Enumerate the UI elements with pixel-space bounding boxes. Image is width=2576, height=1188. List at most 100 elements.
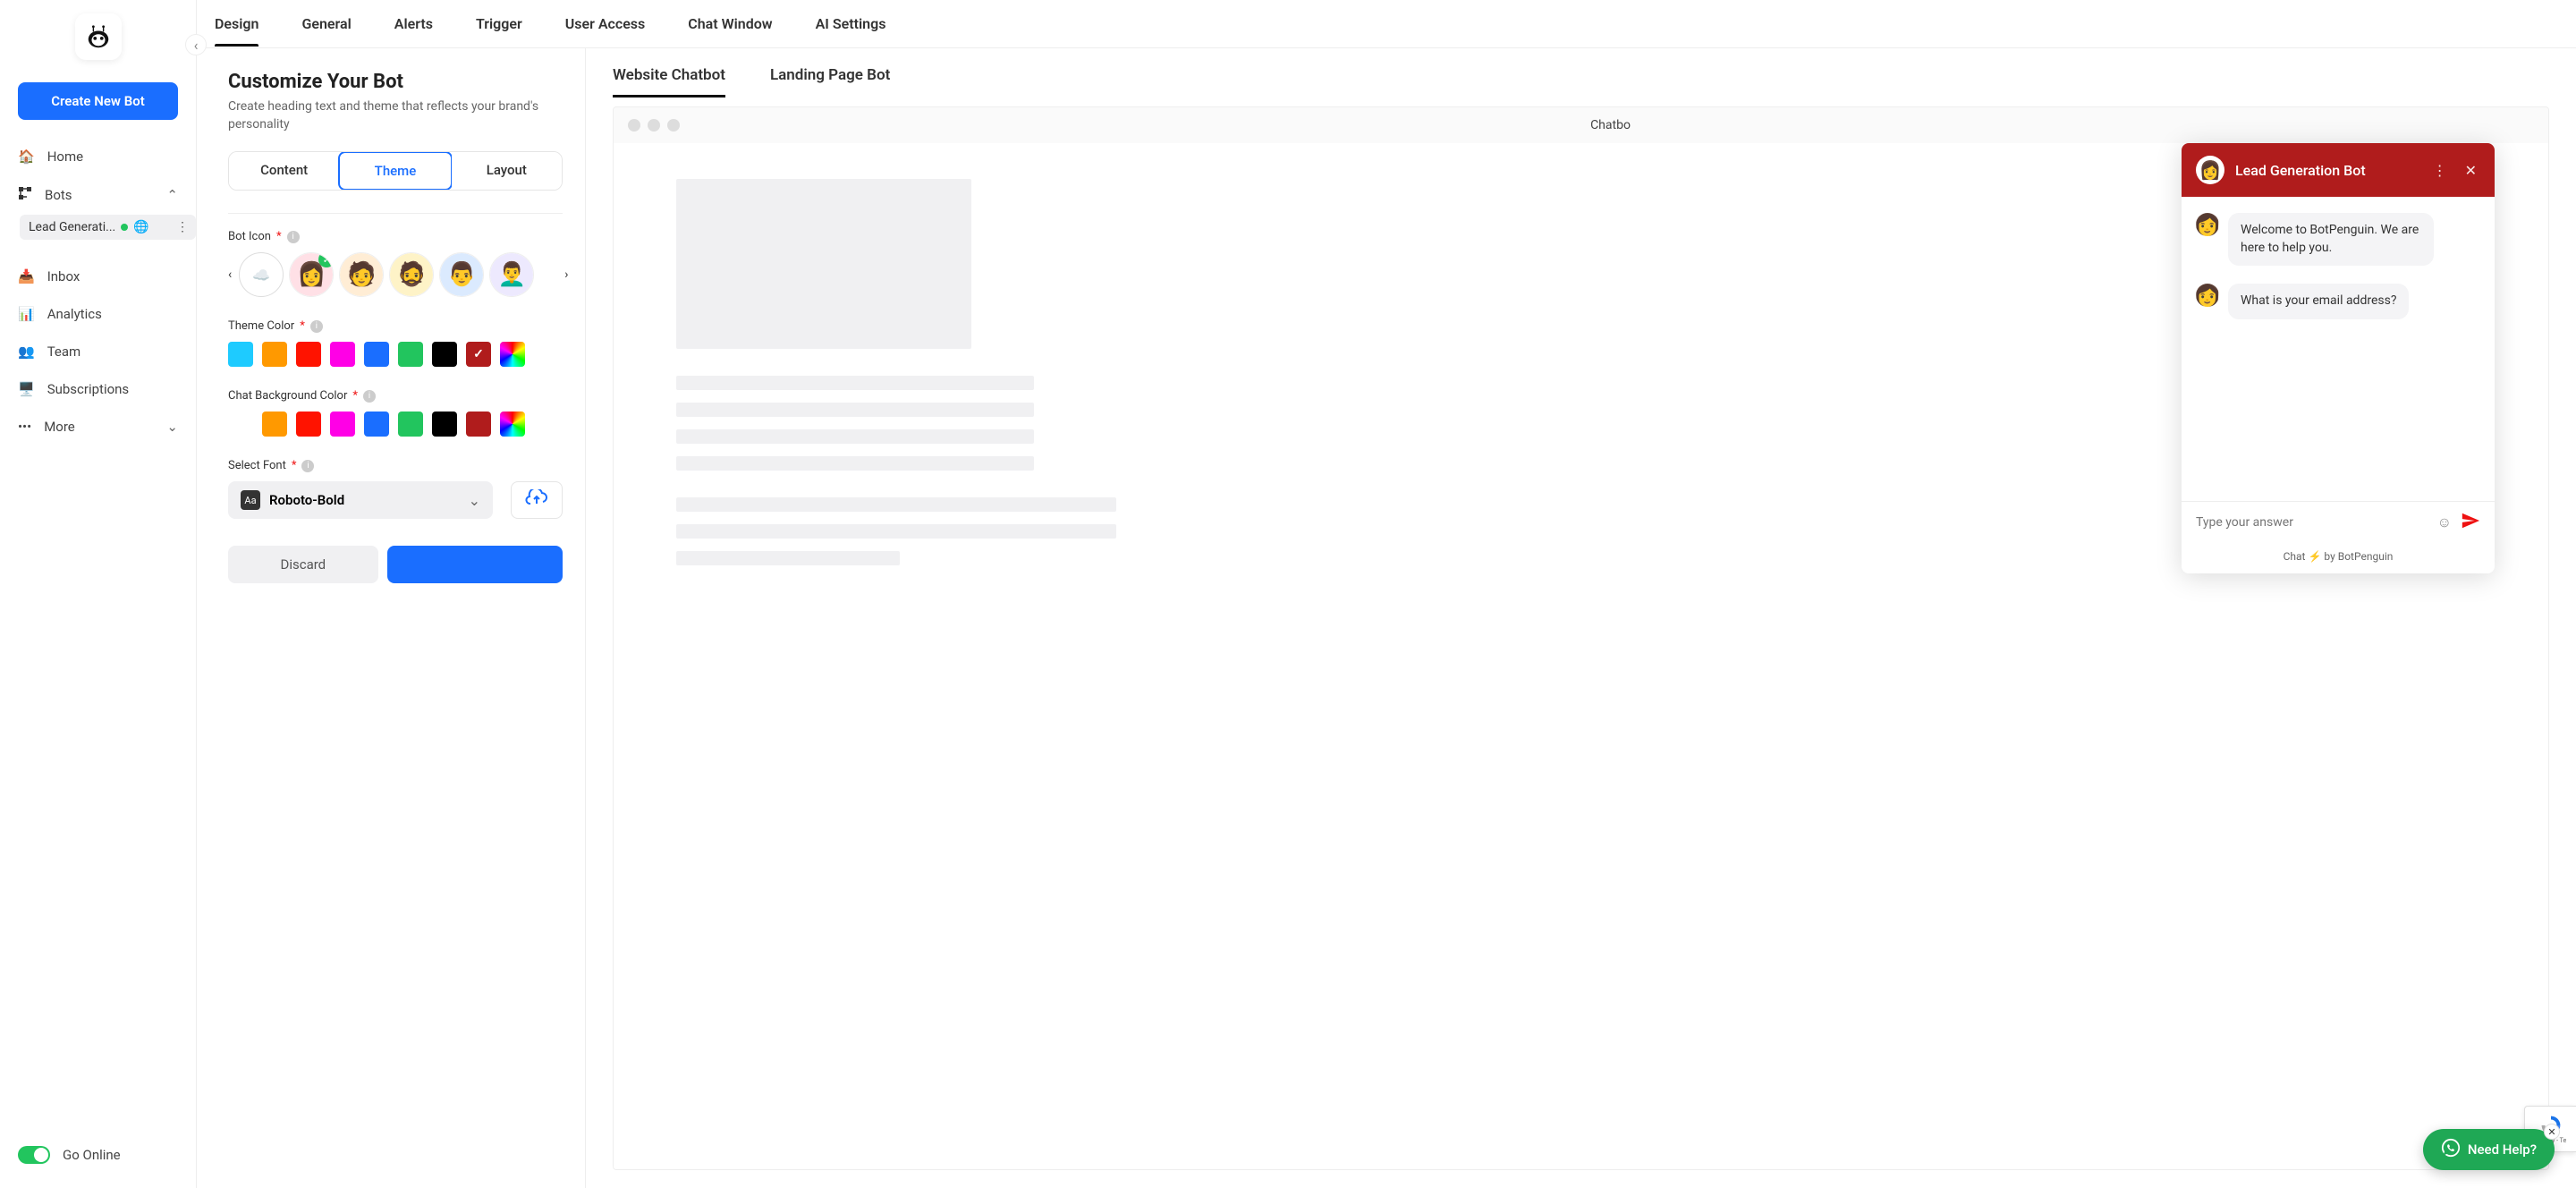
bg-color-swatch[interactable] [262, 412, 287, 437]
theme-color-swatch[interactable] [398, 342, 423, 367]
globe-icon: 🌐 [133, 220, 148, 234]
botpenguin-logo-icon [85, 23, 112, 50]
more-icon: ••• [18, 419, 31, 435]
preview-tab-landing[interactable]: Landing Page Bot [770, 66, 890, 98]
help-button-label: Need Help? [2468, 1141, 2537, 1158]
carousel-prev-button[interactable]: ‹ [228, 257, 232, 293]
tab-alerts[interactable]: Alerts [394, 2, 433, 46]
preview-tab-website[interactable]: Website Chatbot [613, 66, 725, 98]
emoji-icon[interactable]: ☺ [2437, 513, 2452, 531]
segment-control: Content Theme Layout [228, 151, 563, 191]
nav-subscriptions[interactable]: 🖥️ Subscriptions [0, 370, 196, 408]
bot-icon-upload[interactable]: ☁️ [239, 252, 284, 297]
need-help-button[interactable]: Need Help? ✕ [2423, 1129, 2555, 1170]
bg-color-swatch[interactable] [296, 412, 321, 437]
bot-icon-option-4[interactable]: 👨 [439, 252, 484, 297]
chat-input[interactable] [2196, 515, 2428, 530]
panel-title: Customize Your Bot [228, 71, 563, 93]
font-label: Select Font * i [228, 459, 563, 472]
chat-input-row: ☺ [2182, 501, 2495, 543]
segment-content[interactable]: Content [229, 152, 339, 190]
bot-icon-option-1[interactable]: 👩 [289, 252, 334, 297]
nav-more[interactable]: ••• More ⌄ [0, 408, 196, 446]
home-icon: 🏠 [18, 148, 35, 165]
bot-icon-carousel: ‹ ☁️ 👩 🧑 🧔 👨 👨‍🦱 › [228, 252, 563, 297]
nav-inbox-label: Inbox [47, 268, 80, 284]
nav-home[interactable]: 🏠 Home [0, 138, 196, 175]
bg-color-swatch[interactable] [432, 412, 457, 437]
tab-design[interactable]: Design [215, 2, 258, 46]
bg-color-swatch[interactable] [466, 412, 491, 437]
sidebar-collapse-button[interactable]: ‹ [185, 34, 207, 55]
tab-general[interactable]: General [301, 2, 351, 46]
theme-color-custom[interactable] [500, 342, 525, 367]
nav-analytics[interactable]: 📊 Analytics [0, 295, 196, 333]
chat-body: 👩 Welcome to BotPenguin. We are here to … [2182, 197, 2495, 501]
theme-color-swatch[interactable] [262, 342, 287, 367]
send-icon[interactable] [2461, 511, 2480, 534]
browser-bar: Chatbo [614, 107, 2548, 143]
bot-item-label: Lead Generati... [29, 220, 115, 234]
bot-icon-option-5[interactable]: 👨‍🦱 [489, 252, 534, 297]
chat-footer: Chat ⚡ by BotPenguin [2182, 543, 2495, 573]
tab-chat-window[interactable]: Chat Window [688, 2, 772, 46]
help-close-icon[interactable]: ✕ [2544, 1124, 2560, 1140]
bot-icon-option-6[interactable] [539, 252, 557, 297]
kebab-menu-icon[interactable]: ⋮ [176, 220, 189, 234]
theme-color-label: Theme Color * i [228, 319, 563, 333]
theme-color-swatch-selected[interactable] [466, 342, 491, 367]
segment-theme[interactable]: Theme [338, 151, 452, 191]
whatsapp-icon [2441, 1138, 2461, 1161]
nav-more-label: More [44, 419, 75, 435]
chat-widget: 👩 Lead Generation Bot ⋮ ✕ 👩 Welcome to B… [2182, 143, 2495, 573]
info-icon[interactable]: i [363, 390, 376, 403]
sidebar-bot-item[interactable]: Lead Generati... 🌐 ⋮ [20, 215, 196, 240]
carousel-next-button[interactable]: › [564, 257, 568, 293]
chat-title: Lead Generation Bot [2235, 162, 2419, 179]
bg-color-label: Chat Background Color * i [228, 389, 563, 403]
inbox-icon: 📥 [18, 268, 35, 284]
preview-panel: Website Chatbot Landing Page Bot Chatbo [586, 48, 2576, 1188]
save-changes-button[interactable] [387, 546, 563, 583]
create-new-bot-button[interactable]: Create New Bot [18, 82, 178, 120]
nav-bots[interactable]: Bots ⌃ [0, 175, 196, 215]
info-icon[interactable]: i [287, 231, 300, 243]
segment-layout[interactable]: Layout [452, 152, 562, 190]
theme-color-swatch[interactable] [364, 342, 389, 367]
bg-color-swatch[interactable] [398, 412, 423, 437]
font-select[interactable]: Aa Roboto-Bold ⌄ [228, 481, 493, 519]
top-tabs: Design General Alerts Trigger User Acces… [197, 0, 2576, 48]
logo[interactable] [75, 13, 122, 60]
chat-header: 👩 Lead Generation Bot ⋮ ✕ [2182, 143, 2495, 197]
upload-font-button[interactable] [511, 481, 563, 519]
nav-team-label: Team [47, 344, 81, 360]
bg-color-swatch[interactable] [364, 412, 389, 437]
info-icon[interactable]: i [301, 460, 314, 472]
chat-message: 👩 What is your email address? [2196, 284, 2480, 319]
nav-team[interactable]: 👥 Team [0, 333, 196, 370]
status-dot-icon [121, 224, 128, 231]
theme-color-swatch[interactable] [228, 342, 253, 367]
bot-icon-option-3[interactable]: 🧔 [389, 252, 434, 297]
nav-analytics-label: Analytics [47, 306, 102, 322]
chat-msg-avatar: 👩 [2196, 213, 2219, 236]
theme-color-swatch[interactable] [432, 342, 457, 367]
nav-bots-label: Bots [45, 187, 72, 203]
go-online-toggle[interactable] [18, 1146, 50, 1164]
bg-color-swatch[interactable] [330, 412, 355, 437]
theme-color-swatch[interactable] [296, 342, 321, 367]
info-icon[interactable]: i [310, 320, 323, 333]
tab-user-access[interactable]: User Access [565, 2, 646, 46]
theme-color-swatch[interactable] [330, 342, 355, 367]
bg-color-custom[interactable] [500, 412, 525, 437]
chat-menu-button[interactable]: ⋮ [2429, 162, 2451, 179]
chat-close-button[interactable]: ✕ [2462, 162, 2480, 179]
discard-button[interactable]: Discard [228, 546, 378, 583]
tab-trigger[interactable]: Trigger [476, 2, 522, 46]
tab-ai-settings[interactable]: AI Settings [816, 2, 886, 46]
chevron-down-icon: ⌄ [469, 492, 480, 509]
analytics-icon: 📊 [18, 306, 35, 322]
bot-icon-option-2[interactable]: 🧑 [339, 252, 384, 297]
nav-inbox[interactable]: 📥 Inbox [0, 258, 196, 295]
main: Design General Alerts Trigger User Acces… [197, 0, 2576, 1188]
